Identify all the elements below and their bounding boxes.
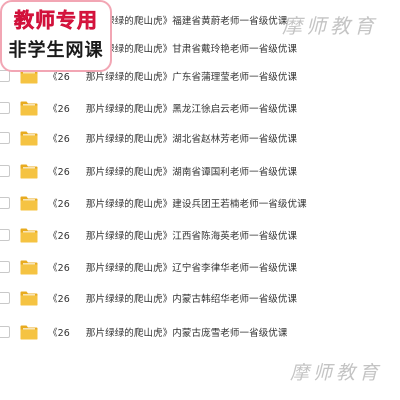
file-name[interactable]: 《26 那片绿绿的爬山虎》江西省陈海英老师一省级优课 [48, 228, 297, 242]
file-name-prefix: 《26 [48, 167, 70, 178]
promo-title: 教师专用 [14, 8, 98, 33]
file-name[interactable]: 《26 那片绿绿的爬山虎》黑龙江徐启云老师一省级优课 [48, 101, 297, 115]
file-name-prefix: 《26 [48, 199, 70, 210]
file-name[interactable]: 《26 那片绿绿的爬山虎》湖南省谭国利老师一省级优课 [48, 164, 297, 178]
file-row[interactable]: 《26 那片绿绿的爬山虎》黑龙江徐启云老师一省级优课 [0, 93, 400, 123]
file-name-prefix: 《26 [48, 72, 70, 83]
file-name-prefix: 《26 [48, 104, 70, 115]
file-name-prefix: 《26 [48, 328, 70, 339]
folder-icon [20, 130, 38, 146]
file-name[interactable]: 《26 那片绿绿的爬山虎》湖北省赵林芳老师一省级优课 [48, 131, 297, 145]
file-name-title: 那片绿绿的爬山虎》湖北省赵林芳老师一省级优课 [85, 134, 298, 145]
file-browser-window: 教师专用 非学生网课 摩师教育 摩师教育 《26 那片绿绿的爬山虎》福建省黄蔚老师… [0, 0, 400, 400]
watermark-bottom: 摩师教育 [289, 362, 382, 384]
row-checkbox[interactable] [0, 229, 10, 241]
promo-badge: 教师专用 非学生网课 [0, 0, 112, 72]
folder-icon [20, 100, 38, 116]
folder-icon [20, 227, 38, 243]
file-name-title: 那片绿绿的爬山虎》内蒙古韩绍华老师一省级优课 [85, 294, 298, 305]
file-name-title: 那片绿绿的爬山虎》广东省蒲理莹老师一省级优课 [85, 72, 298, 83]
file-name-title: 那片绿绿的爬山虎》辽宁省李律华老师一省级优课 [85, 263, 298, 274]
file-name-prefix: 《26 [48, 294, 70, 305]
file-row[interactable]: 《26 那片绿绿的爬山虎》湖北省赵林芳老师一省级优课 [0, 123, 400, 153]
folder-icon [20, 290, 38, 306]
file-name[interactable]: 《26 那片绿绿的爬山虎》建设兵团王若楠老师一省级优课 [48, 196, 307, 210]
file-name-title: 那片绿绿的爬山虎》内蒙古庞雪老师一省级优课 [85, 328, 288, 339]
folder-icon [20, 163, 38, 179]
file-row[interactable]: 《26 那片绿绿的爬山虎》内蒙古庞雪老师一省级优课 [0, 317, 400, 347]
row-checkbox[interactable] [0, 261, 10, 273]
row-checkbox[interactable] [0, 102, 10, 114]
folder-icon [20, 324, 38, 340]
file-name-title: 那片绿绿的爬山虎》江西省陈海英老师一省级优课 [85, 231, 298, 242]
file-name-title: 那片绿绿的爬山虎》建设兵团王若楠老师一省级优课 [85, 199, 307, 210]
file-row[interactable]: 《26 那片绿绿的爬山虎》建设兵团王若楠老师一省级优课 [0, 188, 400, 218]
row-checkbox[interactable] [0, 132, 10, 144]
file-name-title: 那片绿绿的爬山虎》福建省黄蔚老师一省级优课 [85, 16, 288, 27]
file-name[interactable]: 《26 那片绿绿的爬山虎》辽宁省李律华老师一省级优课 [48, 260, 297, 274]
file-row[interactable]: 《26 那片绿绿的爬山虎》湖南省谭国利老师一省级优课 [0, 156, 400, 186]
row-checkbox[interactable] [0, 165, 10, 177]
file-name-prefix: 《26 [48, 134, 70, 145]
file-name-prefix: 《26 [48, 263, 70, 274]
file-name[interactable]: 《26 那片绿绿的爬山虎》内蒙古韩绍华老师一省级优课 [48, 291, 297, 305]
folder-icon [20, 195, 38, 211]
promo-subtitle: 非学生网课 [8, 40, 104, 61]
file-row[interactable]: 《26 那片绿绿的爬山虎》江西省陈海英老师一省级优课 [0, 220, 400, 250]
file-row[interactable]: 《26 那片绿绿的爬山虎》内蒙古韩绍华老师一省级优课 [0, 283, 400, 313]
row-checkbox[interactable] [0, 197, 10, 209]
file-name-title: 那片绿绿的爬山虎》黑龙江徐启云老师一省级优课 [85, 104, 298, 115]
file-name-title: 那片绿绿的爬山虎》湖南省谭国利老师一省级优课 [85, 167, 298, 178]
row-checkbox[interactable] [0, 70, 10, 82]
folder-icon [20, 259, 38, 275]
file-name-prefix: 《26 [48, 231, 70, 242]
file-name-title: 那片绿绿的爬山虎》甘肃省戴玲艳老师一省级优课 [85, 44, 298, 55]
row-checkbox[interactable] [0, 326, 10, 338]
file-name[interactable]: 《26 那片绿绿的爬山虎》内蒙古庞雪老师一省级优课 [48, 325, 288, 339]
watermark-top: 摩师教育 [282, 14, 378, 38]
file-row[interactable]: 《26 那片绿绿的爬山虎》辽宁省李律华老师一省级优课 [0, 252, 400, 282]
row-checkbox[interactable] [0, 292, 10, 304]
